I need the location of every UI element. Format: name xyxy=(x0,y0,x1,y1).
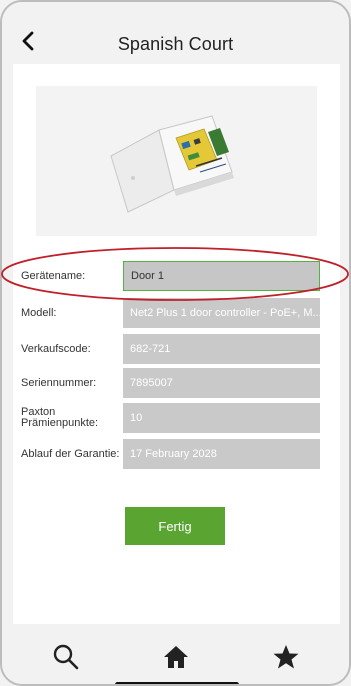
reward-points-label: Paxton Prämienpunkte: xyxy=(21,406,99,429)
phone-frame: Spanish Court Gerätename: Door 1 Modell:… xyxy=(0,0,351,686)
model-label: Modell: xyxy=(21,306,57,319)
star-icon[interactable] xyxy=(272,643,300,671)
serial-number-row: Seriennummer: 7895007 xyxy=(13,368,340,398)
device-image xyxy=(36,86,317,236)
device-card: Gerätename: Door 1 Modell: Net2 Plus 1 d… xyxy=(13,64,340,624)
tab-search[interactable] xyxy=(52,643,80,671)
warranty-expiry-value: 17 February 2028 xyxy=(123,439,320,469)
tab-favorites[interactable] xyxy=(272,643,300,671)
model-row: Modell: Net2 Plus 1 door controller - Po… xyxy=(13,298,340,328)
device-name-field[interactable]: Door 1 xyxy=(123,261,320,291)
search-icon[interactable] xyxy=(52,643,80,671)
sales-code-row: Verkaufscode: 682-721 xyxy=(13,334,340,364)
tab-home[interactable] xyxy=(162,643,190,671)
home-icon[interactable] xyxy=(162,643,190,671)
reward-points-row: Paxton Prämienpunkte: 10 xyxy=(13,403,340,433)
serial-number-label: Seriennummer: xyxy=(21,376,97,389)
header: Spanish Court xyxy=(2,2,349,64)
model-value: Net2 Plus 1 door controller - PoE+, M... xyxy=(123,298,320,328)
reward-points-value: 10 xyxy=(123,403,320,433)
warranty-expiry-label: Ablauf der Garantie: xyxy=(21,447,120,460)
warranty-expiry-row: Ablauf der Garantie: 17 February 2028 xyxy=(13,439,340,469)
done-button[interactable]: Fertig xyxy=(125,507,225,545)
home-indicator xyxy=(115,682,239,684)
tab-bar xyxy=(2,633,349,684)
controller-box-image xyxy=(110,115,234,213)
serial-number-value: 7895007 xyxy=(123,368,320,398)
sales-code-label: Verkaufscode: xyxy=(21,342,91,355)
device-name-label: Gerätename: xyxy=(21,269,86,282)
sales-code-value: 682-721 xyxy=(123,334,320,364)
page-title: Spanish Court xyxy=(117,34,234,54)
device-name-row: Gerätename: Door 1 xyxy=(13,261,340,291)
